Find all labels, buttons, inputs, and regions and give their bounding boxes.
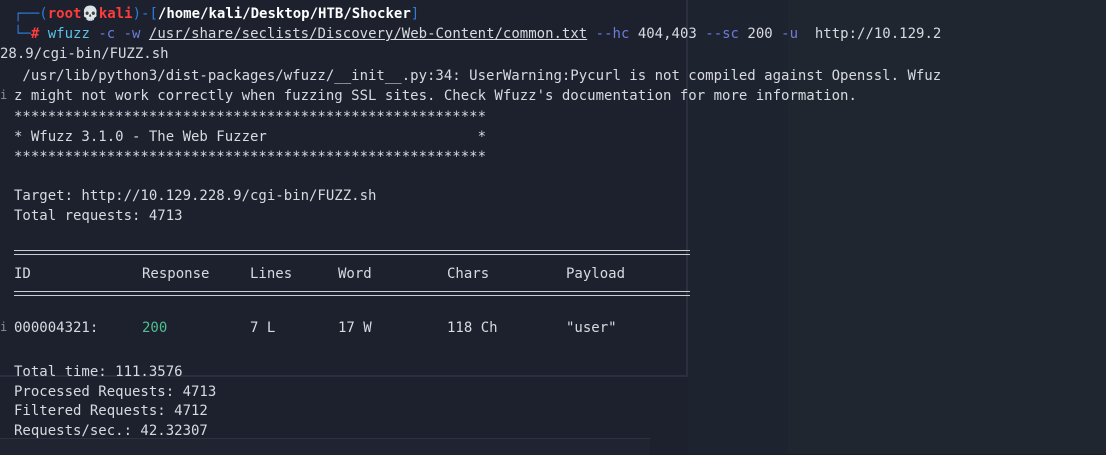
warning-line-2: z might not work correctly when fuzzing … xyxy=(14,88,857,104)
prompt-path: /home/kali/Desktop/HTB/Shocker xyxy=(157,6,411,22)
row-chars: 118 Ch xyxy=(447,320,498,336)
command-line-wrap: 28.9/cgi-bin/FUZZ.sh xyxy=(0,46,169,62)
total-requests-text: Total requests: 4713 xyxy=(14,208,183,224)
prompt-line: ┌──(root💀kali)-[/home/kali/Desktop/HTB/S… xyxy=(14,6,420,22)
header-chars: Chars xyxy=(447,266,490,282)
target-text: Target: http://10.129.228.9/cgi-bin/FUZZ… xyxy=(14,188,377,204)
prompt-host: kali xyxy=(98,6,133,22)
header-lines: Lines xyxy=(250,266,293,282)
header-payload: Payload xyxy=(566,266,626,282)
header-response: Response xyxy=(142,266,210,282)
summary-processed: Processed Requests: 4713 xyxy=(14,384,217,400)
prompt-user: root xyxy=(47,6,82,22)
table-separator-top xyxy=(14,250,690,255)
table-separator-bottom xyxy=(14,291,690,296)
header-id: ID xyxy=(14,266,31,282)
skull-icon: 💀 xyxy=(81,6,99,22)
wordlist-path: /usr/share/seclists/Discovery/Web-Conten… xyxy=(148,26,588,42)
banner-title: * Wfuzz 3.1.0 - The Web Fuzzer * xyxy=(14,129,487,145)
summary-rate: Requests/sec.: 42.32307 xyxy=(14,423,208,439)
gutter-mark: i xyxy=(0,88,8,102)
summary-total-time: Total time: 111.3576 xyxy=(14,364,183,380)
target-url: http://10.129.2 xyxy=(814,26,942,42)
window-divider xyxy=(686,0,688,377)
summary-filtered: Filtered Requests: 4712 xyxy=(14,403,208,419)
row-payload: "user" xyxy=(566,320,617,336)
banner-stars-bottom: ****************************************… xyxy=(14,149,487,165)
gutter-mark: i xyxy=(0,320,8,334)
command-program: wfuzz xyxy=(47,26,90,42)
row-response: 200 xyxy=(142,320,168,336)
row-id: 000004321: xyxy=(14,320,99,336)
terminal-window[interactable]: ┌──(root💀kali)-[/home/kali/Desktop/HTB/S… xyxy=(0,0,1106,455)
header-word: Word xyxy=(338,266,372,282)
warning-line-1: /usr/lib/python3/dist-packages/wfuzz/__i… xyxy=(14,68,942,84)
command-line[interactable]: └─# wfuzz -c -w /usr/share/seclists/Disc… xyxy=(14,24,941,44)
banner-stars-top: ****************************************… xyxy=(14,109,487,125)
row-lines: 7 L xyxy=(250,320,276,336)
row-word: 17 W xyxy=(338,320,372,336)
